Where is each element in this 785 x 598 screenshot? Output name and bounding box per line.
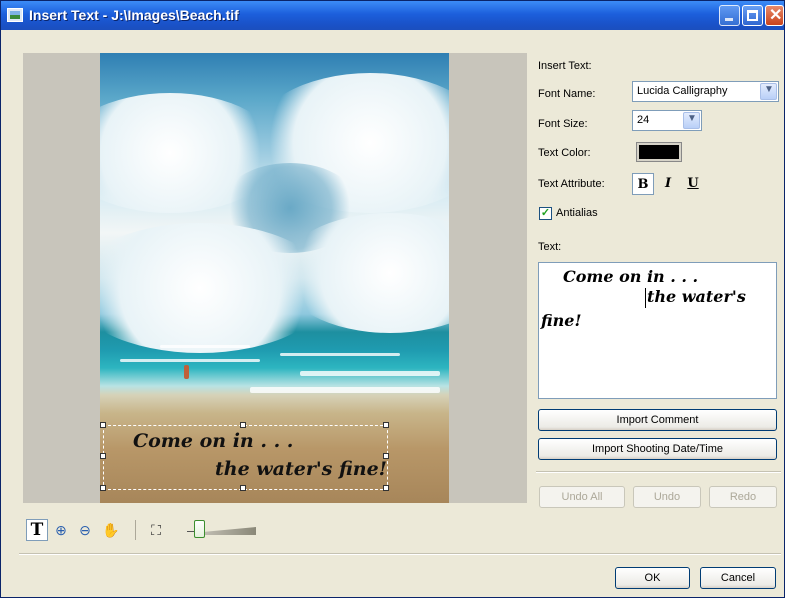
cancel-button[interactable]: Cancel bbox=[700, 567, 776, 589]
zoom-slider-track[interactable] bbox=[196, 527, 256, 535]
text-label: Text: bbox=[538, 241, 562, 253]
text-color-label: Text Color: bbox=[538, 147, 591, 159]
font-name-select[interactable]: Lucida Calligraphy ▼ bbox=[632, 81, 779, 102]
text-caret bbox=[645, 288, 646, 308]
text-area-line1: Come on in . . . bbox=[563, 267, 699, 286]
fit-to-window-icon[interactable]: ⛶ bbox=[147, 519, 165, 541]
font-name-label: Font Name: bbox=[538, 88, 596, 100]
font-name-value: Lucida Calligraphy bbox=[637, 85, 728, 97]
resize-handle[interactable] bbox=[383, 485, 389, 491]
font-size-label: Font Size: bbox=[538, 118, 588, 130]
minimize-button[interactable] bbox=[719, 5, 740, 26]
title-bar[interactable]: Insert Text - J:\Images\Beach.tif ✕ bbox=[1, 1, 784, 30]
hand-icon[interactable]: ✋ bbox=[102, 519, 120, 541]
chevron-down-icon[interactable]: ▼ bbox=[760, 83, 777, 100]
beach-photo: Come on in . . . the water's fine! bbox=[100, 53, 449, 503]
window-title: Insert Text - J:\Images\Beach.tif bbox=[29, 7, 239, 23]
zoom-slider-thumb[interactable] bbox=[194, 520, 205, 538]
antialias-label: Antialias bbox=[556, 207, 598, 219]
image-preview[interactable]: Come on in . . . the water's fine! bbox=[23, 53, 527, 503]
text-area-line2: the water's bbox=[647, 287, 746, 306]
font-size-select[interactable]: 24 ▼ bbox=[632, 110, 702, 131]
resize-handle[interactable] bbox=[100, 422, 106, 428]
overlay-text-line1: Come on in . . . bbox=[133, 430, 294, 452]
footer-divider bbox=[19, 553, 781, 555]
text-input-area[interactable]: Come on in . . . the water's fine! bbox=[538, 262, 777, 399]
resize-handle[interactable] bbox=[100, 453, 106, 459]
text-tool-icon[interactable]: T bbox=[26, 519, 48, 541]
close-button[interactable]: ✕ bbox=[765, 5, 784, 26]
import-shooting-date-button[interactable]: Import Shooting Date/Time bbox=[538, 438, 777, 460]
maximize-button[interactable] bbox=[742, 5, 763, 26]
zoom-in-icon[interactable]: ⊕ bbox=[52, 519, 70, 541]
text-attribute-label: Text Attribute: bbox=[538, 178, 605, 190]
resize-handle[interactable] bbox=[100, 485, 106, 491]
antialias-checkbox[interactable]: ✓ bbox=[539, 207, 552, 220]
zoom-out-icon[interactable]: ⊖ bbox=[76, 519, 94, 541]
section-title: Insert Text: bbox=[538, 60, 592, 72]
swimmer-figure bbox=[184, 365, 189, 379]
toolbar-separator bbox=[135, 520, 136, 540]
overlay-text-line2: the water's fine! bbox=[215, 458, 388, 480]
resize-handle[interactable] bbox=[240, 485, 246, 491]
font-size-value: 24 bbox=[637, 114, 650, 126]
divider bbox=[536, 471, 781, 473]
bold-toggle[interactable]: B bbox=[632, 173, 654, 195]
text-area-line3: fine! bbox=[541, 311, 582, 330]
undo-all-button[interactable]: Undo All bbox=[539, 486, 625, 508]
italic-toggle[interactable]: I bbox=[657, 173, 679, 195]
resize-handle[interactable] bbox=[240, 422, 246, 428]
import-comment-button[interactable]: Import Comment bbox=[538, 409, 777, 431]
image-app-icon bbox=[7, 8, 23, 22]
insert-text-dialog: Insert Text - J:\Images\Beach.tif ✕ Come… bbox=[0, 0, 785, 598]
resize-handle[interactable] bbox=[383, 422, 389, 428]
close-icon: ✕ bbox=[769, 7, 783, 24]
text-color-swatch-button[interactable] bbox=[636, 142, 682, 162]
redo-button[interactable]: Redo bbox=[709, 486, 777, 508]
undo-button[interactable]: Undo bbox=[633, 486, 701, 508]
underline-toggle[interactable]: U bbox=[682, 173, 704, 195]
ok-button[interactable]: OK bbox=[615, 567, 690, 589]
chevron-down-icon[interactable]: ▼ bbox=[683, 112, 700, 129]
